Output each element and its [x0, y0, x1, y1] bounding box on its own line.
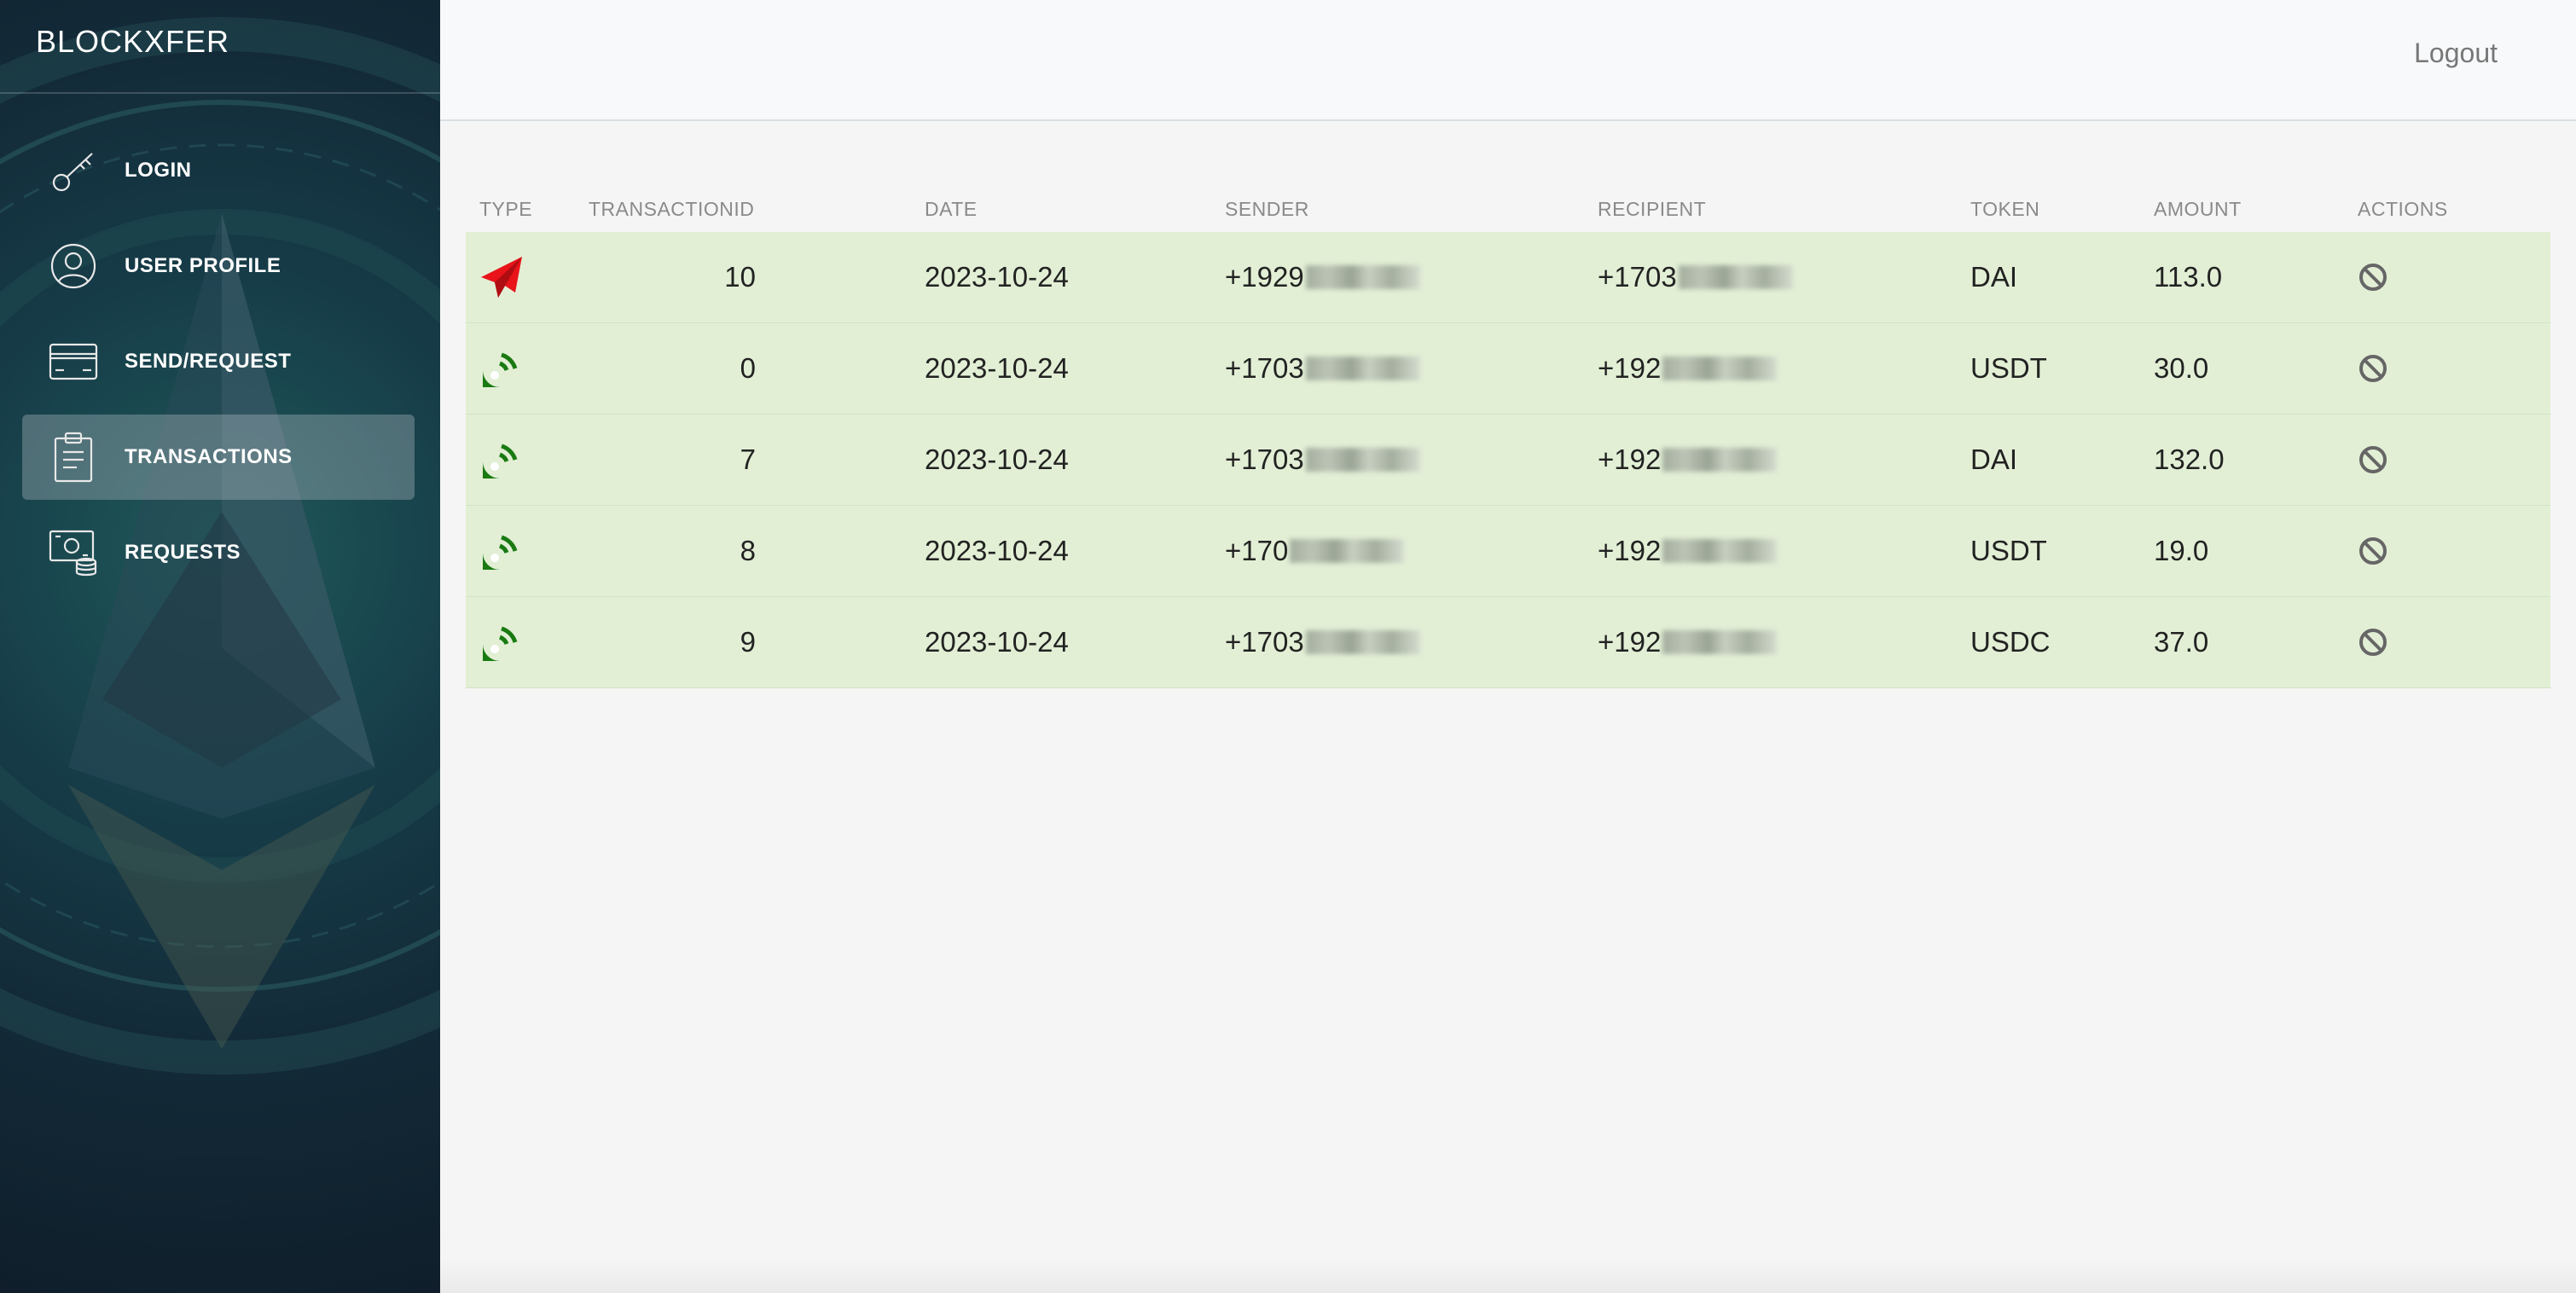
column-header-actions[interactable]: ACTIONS	[2358, 198, 2448, 221]
sidebar-item-label: USER PROFILE	[125, 254, 281, 277]
sidebar: BLOCKXFER LOGIN USER PROFILE SEND/REQUES…	[0, 0, 440, 1293]
transaction-date: 2023-10-24	[925, 626, 1069, 658]
cancel-icon[interactable]	[2358, 415, 2388, 505]
recipient-number: +192	[1598, 444, 1662, 475]
recipient-number: +192	[1598, 535, 1662, 566]
table-row[interactable]: 10 2023-10-24 +1929 +1703 DAI 113.0	[466, 232, 2550, 323]
recipient: +192	[1598, 506, 1778, 596]
column-header-token[interactable]: TOKEN	[1970, 198, 2039, 221]
received-icon	[478, 323, 525, 414]
clipboard-icon	[48, 432, 99, 483]
sidebar-item-requests[interactable]: REQUESTS	[22, 510, 415, 595]
recipient: +192	[1598, 323, 1778, 414]
amount: 37.0	[2154, 626, 2209, 658]
table-header: TYPE TRANSACTIONID DATE SENDER RECIPIENT…	[466, 193, 2550, 232]
recipient: +192	[1598, 597, 1778, 687]
sender-number: +1703	[1225, 444, 1304, 475]
sender: +1703	[1225, 597, 1420, 687]
transaction-date: 2023-10-24	[925, 444, 1069, 475]
table-row[interactable]: 0 2023-10-24 +1703 +192 USDT 30.0	[466, 323, 2550, 415]
key-icon	[48, 145, 99, 196]
redacted-blur	[1662, 630, 1778, 654]
bottom-edge	[440, 1259, 2576, 1293]
transaction-date: 2023-10-24	[925, 535, 1069, 566]
cancel-icon[interactable]	[2358, 597, 2388, 687]
token: USDT	[1970, 535, 2047, 566]
logout-link[interactable]: Logout	[2414, 38, 2498, 69]
sidebar-item-label: LOGIN	[125, 159, 192, 182]
recipient-number: +1703	[1598, 261, 1677, 293]
redacted-blur	[1662, 448, 1778, 472]
top-bar: Logout	[440, 0, 2576, 121]
transactions-table: TYPE TRANSACTIONID DATE SENDER RECIPIENT…	[466, 193, 2550, 688]
sidebar-item-label: TRANSACTIONS	[125, 445, 293, 468]
transaction-id: 7	[740, 444, 756, 475]
cancel-icon[interactable]	[2358, 232, 2388, 322]
redacted-blur	[1305, 265, 1420, 289]
cash-coins-icon	[48, 527, 99, 578]
user-icon	[48, 241, 99, 292]
transaction-date: 2023-10-24	[925, 261, 1069, 293]
cancel-icon[interactable]	[2358, 506, 2388, 596]
redacted-blur	[1662, 539, 1778, 563]
amount: 30.0	[2154, 352, 2209, 384]
column-header-recipient[interactable]: RECIPIENT	[1598, 198, 1706, 221]
column-header-transactionid[interactable]: TRANSACTIONID	[589, 198, 754, 221]
sidebar-item-transactions[interactable]: TRANSACTIONS	[22, 415, 415, 500]
sidebar-item-user-profile[interactable]: USER PROFILE	[22, 223, 415, 309]
received-icon	[478, 415, 525, 505]
column-header-sender[interactable]: SENDER	[1225, 198, 1309, 221]
redacted-blur	[1305, 448, 1420, 472]
table-row[interactable]: 9 2023-10-24 +1703 +192 USDC 37.0	[466, 597, 2550, 688]
redacted-blur	[1678, 265, 1793, 289]
sidebar-item-login[interactable]: LOGIN	[22, 128, 415, 213]
sender: +1929	[1225, 232, 1420, 322]
table-body: 10 2023-10-24 +1929 +1703 DAI 113.0 0 20…	[466, 232, 2550, 688]
redacted-blur	[1290, 539, 1405, 563]
transaction-id: 8	[740, 535, 756, 566]
column-header-type[interactable]: TYPE	[479, 198, 532, 221]
redacted-blur	[1305, 630, 1420, 654]
sidebar-item-label: REQUESTS	[125, 541, 241, 564]
transaction-id: 10	[724, 261, 756, 293]
redacted-blur	[1305, 357, 1420, 380]
brand-logo[interactable]: BLOCKXFER	[36, 24, 229, 60]
token: USDT	[1970, 352, 2047, 384]
sender: +170	[1225, 506, 1405, 596]
recipient: +1703	[1598, 232, 1793, 322]
app: BLOCKXFER LOGIN USER PROFILE SEND/REQUES…	[0, 0, 2576, 1293]
amount: 132.0	[2154, 444, 2225, 475]
amount: 113.0	[2154, 261, 2223, 293]
redacted-blur	[1662, 357, 1778, 380]
sender: +1703	[1225, 323, 1420, 414]
transaction-date: 2023-10-24	[925, 352, 1069, 384]
table-row[interactable]: 7 2023-10-24 +1703 +192 DAI 132.0	[466, 415, 2550, 506]
recipient-number: +192	[1598, 626, 1662, 658]
column-header-amount[interactable]: AMOUNT	[2154, 198, 2242, 221]
sender-number: +1929	[1225, 261, 1304, 293]
credit-card-icon	[48, 336, 99, 387]
divider	[0, 92, 440, 94]
sent-icon	[478, 232, 525, 322]
received-icon	[478, 506, 525, 596]
token: DAI	[1970, 261, 2018, 293]
transaction-id: 0	[740, 352, 756, 384]
sender-number: +170	[1225, 535, 1289, 566]
table-row[interactable]: 8 2023-10-24 +170 +192 USDT 19.0	[466, 506, 2550, 597]
token: DAI	[1970, 444, 2018, 475]
amount: 19.0	[2154, 535, 2209, 566]
sidebar-item-send-request[interactable]: SEND/REQUEST	[22, 319, 415, 404]
column-header-date[interactable]: DATE	[925, 198, 978, 221]
sender-number: +1703	[1225, 352, 1304, 384]
recipient: +192	[1598, 415, 1778, 505]
sender: +1703	[1225, 415, 1420, 505]
received-icon	[478, 597, 525, 687]
token: USDC	[1970, 626, 2051, 658]
recipient-number: +192	[1598, 352, 1662, 384]
sidebar-item-label: SEND/REQUEST	[125, 350, 292, 373]
cancel-icon[interactable]	[2358, 323, 2388, 414]
transaction-id: 9	[740, 626, 756, 658]
sender-number: +1703	[1225, 626, 1304, 658]
